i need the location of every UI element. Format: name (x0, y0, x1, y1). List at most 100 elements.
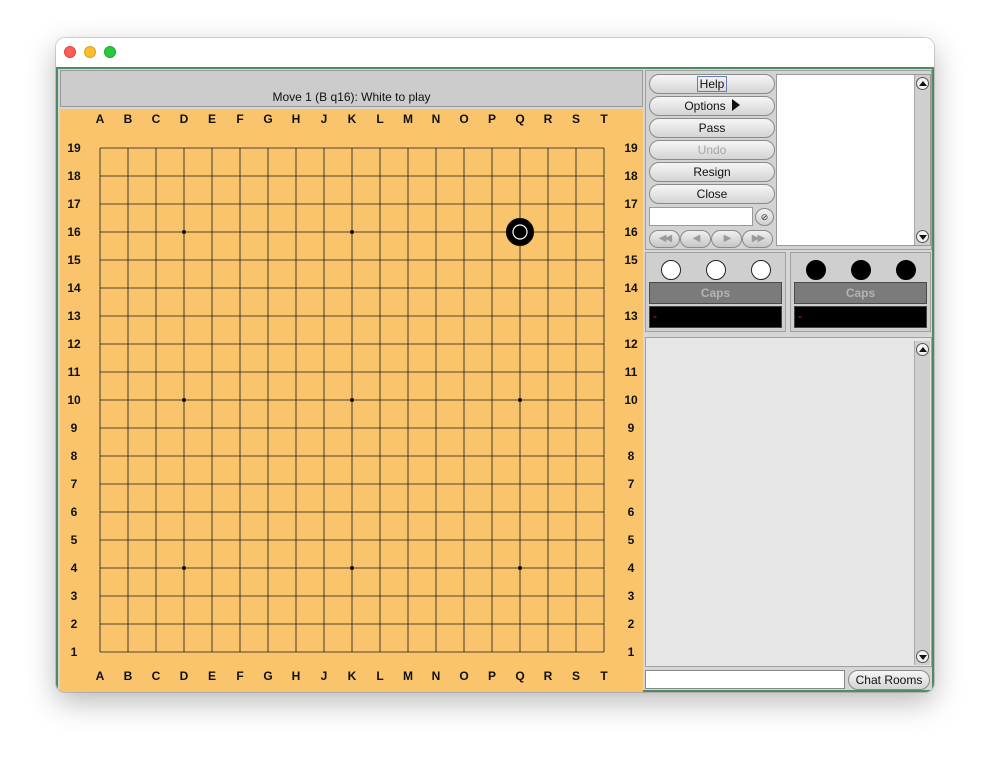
chat-input[interactable] (645, 670, 845, 689)
game-info-list[interactable] (776, 74, 931, 246)
previous-move-button[interactable]: ◀ (680, 230, 711, 248)
column-label: H (292, 669, 301, 683)
controls-panel: Help Options Pass Undo Resign Close ⊘ ◀◀… (645, 70, 932, 250)
chat-scrollbar[interactable] (914, 341, 930, 665)
undo-button[interactable]: Undo (649, 140, 775, 160)
row-label: 10 (67, 393, 81, 407)
column-label: M (403, 669, 413, 683)
column-label: O (459, 112, 468, 126)
column-label: Q (515, 669, 524, 683)
column-label: H (292, 112, 301, 126)
go-board-grid[interactable]: AABBCCDDEEFFGGHHJJKKLLMMNNOOPPQQRRSSTT19… (60, 109, 643, 692)
resign-button[interactable]: Resign (649, 162, 775, 182)
row-label: 3 (628, 589, 635, 603)
row-label: 13 (624, 309, 638, 323)
next-move-icon: ▶ (723, 233, 732, 244)
star-point (350, 230, 354, 234)
chat-rooms-button[interactable]: Chat Rooms (848, 670, 930, 690)
column-label: T (600, 112, 608, 126)
black-player-panel: Caps - (790, 252, 931, 332)
title-bar (56, 38, 934, 67)
row-label: 2 (628, 617, 635, 631)
black-stone[interactable] (506, 218, 534, 246)
row-label: 16 (67, 225, 81, 239)
column-label: R (544, 669, 553, 683)
chat-rooms-button-label: Chat Rooms (855, 673, 923, 687)
row-label: 18 (624, 169, 638, 183)
row-label: 5 (628, 533, 635, 547)
row-label: 8 (71, 449, 78, 463)
row-label: 14 (67, 281, 81, 295)
black-caps-label: Caps (794, 282, 927, 304)
white-caps-label: Caps (649, 282, 782, 304)
column-label: D (180, 669, 189, 683)
row-label: 15 (624, 253, 638, 267)
column-label: P (488, 112, 496, 126)
star-point (518, 566, 522, 570)
black-caps-value: - (794, 306, 927, 328)
column-label: C (152, 669, 161, 683)
column-label: S (572, 112, 580, 126)
scroll-up-arrow-icon[interactable] (916, 77, 929, 90)
row-label: 15 (67, 253, 81, 267)
row-label: 17 (624, 197, 638, 211)
star-point (350, 398, 354, 402)
column-label: J (321, 112, 328, 126)
move-input[interactable] (649, 207, 753, 226)
row-label: 1 (71, 645, 78, 659)
first-move-icon: ◀◀ (658, 233, 672, 244)
go-to-move-icon[interactable]: ⊘ (755, 208, 774, 226)
scroll-down-arrow-icon[interactable] (916, 230, 929, 243)
column-label: E (208, 112, 216, 126)
row-label: 19 (624, 141, 638, 155)
go-board[interactable]: A A B B C C D D E E F F G G H H J J K K L L M M N N O O P P Q Q R R S S T T 19… (60, 109, 643, 692)
column-label: Q (515, 112, 524, 126)
row-label: 2 (71, 617, 78, 631)
window-minimize-button[interactable] (84, 46, 96, 58)
help-button[interactable]: Help (649, 74, 775, 94)
row-label: 7 (628, 477, 635, 491)
info-list-scrollbar[interactable] (914, 75, 930, 245)
last-move-icon: ▶▶ (751, 233, 765, 244)
close-button-label: Close (696, 187, 728, 201)
undo-button-label: Undo (697, 143, 727, 157)
column-label: A (96, 669, 105, 683)
game-status-bar: Move 1 (B q16): White to play (60, 70, 643, 107)
white-stone-icon (706, 260, 726, 280)
column-label: O (459, 669, 468, 683)
scroll-down-arrow-icon[interactable] (916, 650, 929, 663)
star-point (182, 398, 186, 402)
column-label: L (376, 112, 383, 126)
scroll-up-arrow-icon[interactable] (916, 343, 929, 356)
window-zoom-button[interactable] (104, 46, 116, 58)
row-label: 6 (628, 505, 635, 519)
column-label: P (488, 669, 496, 683)
black-stone-icon (806, 260, 826, 280)
column-label: G (263, 112, 272, 126)
star-point (182, 566, 186, 570)
first-move-button[interactable]: ◀◀ (649, 230, 680, 248)
window-close-button[interactable] (64, 46, 76, 58)
row-label: 12 (67, 337, 81, 351)
column-label: E (208, 669, 216, 683)
row-label: 12 (624, 337, 638, 351)
window-content: Move 1 (B q16): White to play A A B B C C D D E E… (56, 67, 934, 692)
row-label: 9 (628, 421, 635, 435)
close-button[interactable]: Close (649, 184, 775, 204)
white-stone-icon (751, 260, 771, 280)
pass-button[interactable]: Pass (649, 118, 775, 138)
column-label: C (152, 112, 161, 126)
chat-panel[interactable] (645, 337, 932, 667)
row-label: 1 (628, 645, 635, 659)
column-label: M (403, 112, 413, 126)
options-button[interactable]: Options (649, 96, 775, 116)
next-move-button[interactable]: ▶ (711, 230, 742, 248)
resign-button-label: Resign (693, 165, 731, 179)
star-point (182, 230, 186, 234)
column-label: N (432, 112, 441, 126)
last-move-button[interactable]: ▶▶ (742, 230, 773, 248)
white-player-panel: Caps - (645, 252, 786, 332)
black-stone-icon (896, 260, 916, 280)
row-label: 9 (71, 421, 78, 435)
column-label: R (544, 112, 553, 126)
